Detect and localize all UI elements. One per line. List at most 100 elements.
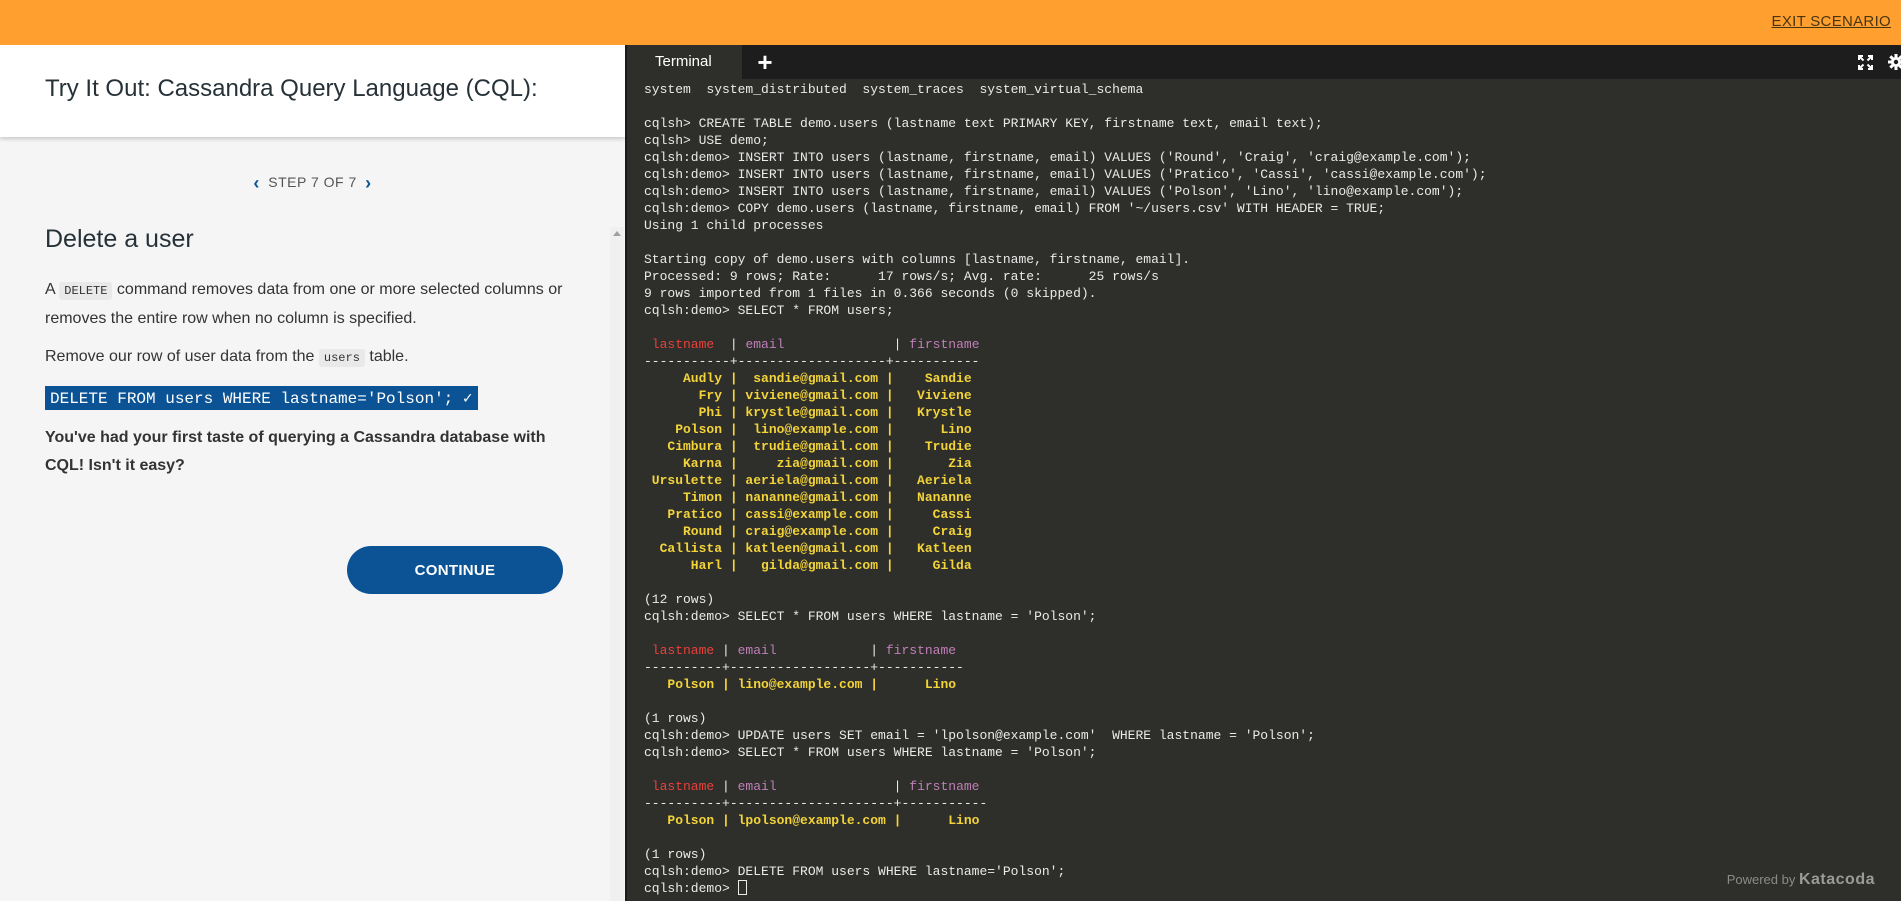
terminal-line: Phi | krystle@gmail.com | Krystle — [644, 404, 1487, 421]
terminal-line: Timon | nananne@gmail.com | Nananne — [644, 489, 1487, 506]
users-code-inline: users — [318, 349, 365, 367]
terminal-text: Processed: 9 rows; Rate: 17 rows/s; Avg.… — [644, 269, 1159, 284]
terminal-text: -----------+-------------------+--------… — [644, 354, 980, 369]
terminal-text: 9 rows imported from 1 files in 0.366 se… — [644, 286, 1097, 301]
p2-text-b: table. — [369, 348, 409, 365]
chevron-left-icon[interactable]: ‹ — [249, 173, 264, 193]
terminal-text: Starting copy of demo.users with columns… — [644, 252, 1191, 267]
terminal-text: system system_distributed system_traces … — [644, 82, 1144, 97]
terminal-line: lastname | email | firstname — [644, 778, 1487, 795]
terminal-line: cqlsh:demo> COPY demo.users (lastname, f… — [644, 200, 1487, 217]
exit-scenario-link[interactable]: EXIT SCENARIO — [1772, 13, 1891, 30]
terminal-line: (12 rows) — [644, 591, 1487, 608]
instructions-panel: Try It Out: Cassandra Query Language (CQ… — [0, 45, 625, 901]
table-header-cell: | — [714, 643, 738, 658]
table-header-cell: | — [885, 779, 910, 794]
table-row: Polson | lino@example.com | Lino — [644, 422, 972, 437]
table-row: Pratico | cassi@example.com | Cassi — [644, 507, 972, 522]
fullscreen-icon[interactable] — [1858, 55, 1873, 70]
table-header-cell: email — [745, 337, 886, 352]
terminal-line: Polson | lpolson@example.com | Lino — [644, 812, 1487, 829]
terminal-line: Processed: 9 rows; Rate: 17 rows/s; Avg.… — [644, 268, 1487, 285]
powered-by-text: Powered by — [1726, 872, 1796, 887]
terminal-output[interactable]: system system_distributed system_traces … — [644, 81, 1487, 897]
terminal-text: ----------+---------------------+-------… — [644, 796, 988, 811]
p1-text-a: A — [45, 281, 55, 298]
gear-icon[interactable] — [1888, 54, 1901, 70]
terminal-line: Karna | zia@gmail.com | Zia — [644, 455, 1487, 472]
add-tab-button[interactable]: + — [750, 45, 780, 79]
terminal-text: cqlsh:demo> DELETE FROM users WHERE last… — [644, 864, 1066, 879]
page-title: Try It Out: Cassandra Query Language (CQ… — [45, 75, 538, 102]
terminal-text: cqlsh:demo> INSERT INTO users (lastname,… — [644, 184, 1464, 199]
table-row: Timon | nananne@gmail.com | Nananne — [644, 490, 972, 505]
table-header-cell: lastname — [644, 337, 715, 352]
table-row: Audly | sandie@gmail.com | Sandie — [644, 371, 972, 386]
terminal-text: Using 1 child processes — [644, 218, 824, 233]
step-indicator: STEP 7 OF 7 — [268, 174, 357, 190]
top-bar: EXIT SCENARIO — [0, 0, 1901, 45]
terminal-line: Pratico | cassi@example.com | Cassi — [644, 506, 1487, 523]
table-header-cell: firstname — [885, 643, 957, 658]
terminal-line: cqlsh:demo> SELECT * FROM users WHERE la… — [644, 608, 1487, 625]
terminal-panel: Terminal + system system_distributed sys… — [625, 45, 1901, 901]
tab-terminal[interactable]: Terminal — [625, 45, 742, 79]
table-header-cell: firstname — [909, 779, 980, 794]
terminal-text: cqlsh:demo> — [644, 881, 738, 896]
table-row: Callista | katleen@gmail.com | Katleen — [644, 541, 972, 556]
chevron-right-icon[interactable]: › — [361, 173, 376, 193]
terminal-line: (1 rows) — [644, 846, 1487, 863]
table-row: Ursulette | aeriela@gmail.com | Aeriela — [644, 473, 972, 488]
terminal-line: Starting copy of demo.users with columns… — [644, 251, 1487, 268]
step-navigation: ‹ STEP 7 OF 7 › — [0, 173, 625, 194]
terminal-line: lastname | email | firstname — [644, 642, 1487, 659]
terminal-line: cqlsh:demo> SELECT * FROM users WHERE la… — [644, 744, 1487, 761]
table-row: Karna | zia@gmail.com | Zia — [644, 456, 972, 471]
instructions-header: Try It Out: Cassandra Query Language (CQ… — [0, 45, 625, 137]
terminal-text: (1 rows) — [644, 847, 707, 862]
terminal-text: cqlsh:demo> UPDATE users SET email = 'lp… — [644, 728, 1315, 743]
terminal-text: cqlsh:demo> SELECT * FROM users WHERE la… — [644, 745, 1097, 760]
terminal-line: cqlsh:demo> SELECT * FROM users; — [644, 302, 1487, 319]
table-row: Cimbura | trudie@gmail.com | Trudie — [644, 439, 972, 454]
terminal-line: ----------+------------------+----------… — [644, 659, 1487, 676]
scroll-up-arrow-icon[interactable] — [613, 231, 621, 236]
powered-by: Powered by Katacoda — [1727, 871, 1875, 889]
step-content: Delete a user A DELETE command removes d… — [45, 225, 575, 490]
table-row: Polson | lino@example.com | Lino — [644, 677, 957, 692]
table-header-cell: email — [737, 643, 863, 658]
terminal-line: Harl | gilda@gmail.com | Gilda — [644, 557, 1487, 574]
terminal-line: -----------+-------------------+--------… — [644, 353, 1487, 370]
continue-button[interactable]: CONTINUE — [347, 546, 563, 594]
p1-text-b: command removes data from one or more se… — [45, 281, 563, 327]
panel-divider[interactable] — [625, 45, 627, 901]
terminal-text: ----------+------------------+----------… — [644, 660, 964, 675]
table-header-cell: firstname — [909, 337, 980, 352]
closing-text: You've had your first taste of querying … — [45, 429, 546, 474]
terminal-text: (12 rows) — [644, 592, 715, 607]
step-heading: Delete a user — [45, 225, 194, 253]
p2-text-a: Remove our row of user data from the — [45, 348, 315, 365]
terminal-text: cqlsh:demo> COPY demo.users (lastname, f… — [644, 201, 1386, 216]
table-row: Round | craig@example.com | Craig — [644, 524, 972, 539]
terminal-cursor — [737, 880, 747, 895]
terminal-text: cqlsh:demo> SELECT * FROM users WHERE la… — [644, 609, 1097, 624]
terminal-line: Audly | sandie@gmail.com | Sandie — [644, 370, 1487, 387]
table-row: Phi | krystle@gmail.com | Krystle — [644, 405, 972, 420]
terminal-line: system system_distributed system_traces … — [644, 81, 1487, 98]
terminal-tab-bar: Terminal + — [625, 45, 1901, 79]
terminal-line: 9 rows imported from 1 files in 0.366 se… — [644, 285, 1487, 302]
executable-command-block[interactable]: DELETE FROM users WHERE lastname='Polson… — [45, 386, 478, 410]
terminal-line: Polson | lino@example.com | Lino — [644, 676, 1487, 693]
table-row: Polson | lpolson@example.com | Lino — [644, 813, 980, 828]
table-row: Fry | viviene@gmail.com | Viviene — [644, 388, 972, 403]
delete-description: A DELETE command removes data from one o… — [45, 276, 575, 333]
instructions-scrollbar[interactable] — [610, 227, 624, 901]
terminal-line: Ursulette | aeriela@gmail.com | Aeriela — [644, 472, 1487, 489]
terminal-line: cqlsh> USE demo; — [644, 132, 1487, 149]
